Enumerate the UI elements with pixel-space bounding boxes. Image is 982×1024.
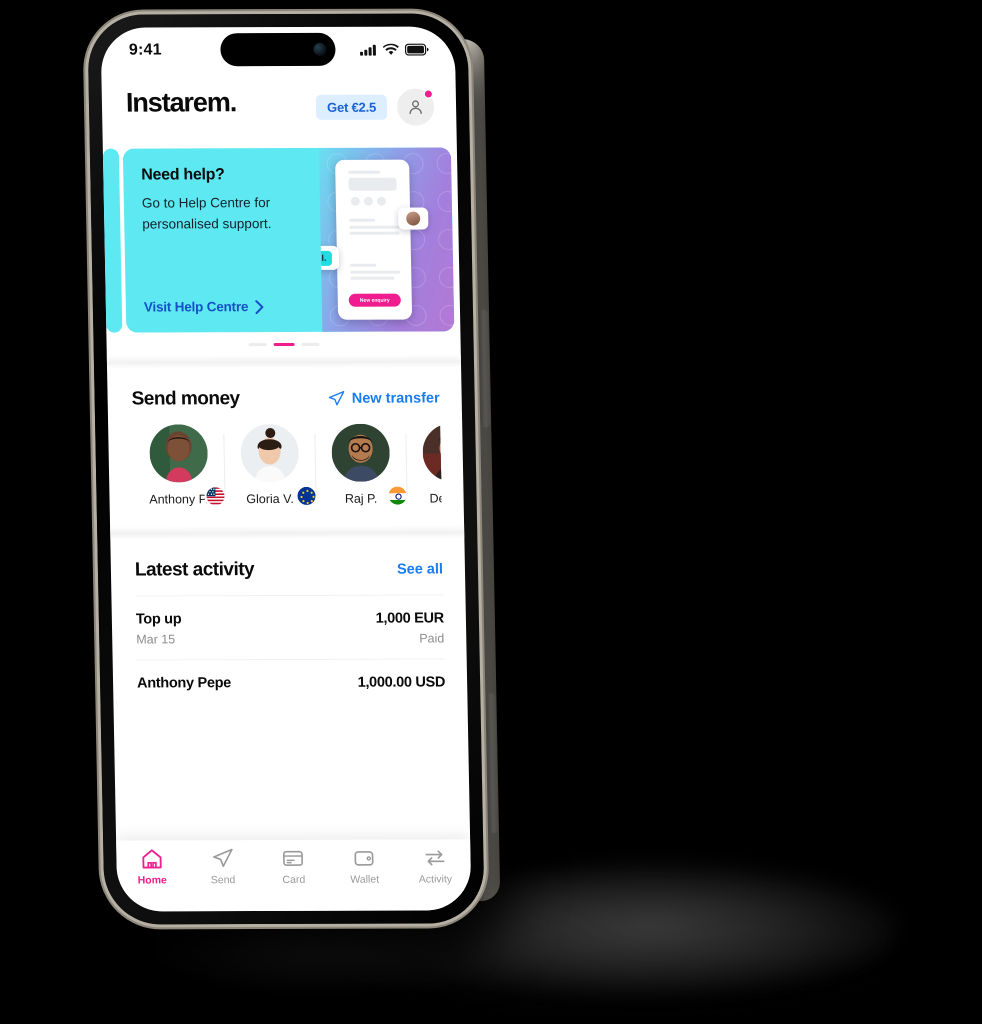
carousel-dot[interactable] bbox=[248, 343, 267, 347]
contact-avatar bbox=[330, 423, 390, 482]
person-icon bbox=[409, 100, 422, 115]
wifi-icon bbox=[382, 43, 399, 55]
send-money-title: Send money bbox=[131, 388, 240, 410]
status-time: 9:41 bbox=[128, 41, 162, 59]
contacts-list[interactable]: Anthony P. Gloria V. Raj P. Dean bbox=[132, 423, 442, 507]
new-transfer-button[interactable]: New transfer bbox=[328, 389, 440, 407]
carousel-dot-active[interactable] bbox=[273, 342, 295, 347]
carousel-peek-card[interactable] bbox=[102, 148, 123, 333]
eu-flag-icon bbox=[295, 484, 318, 507]
wallet-icon bbox=[354, 851, 374, 866]
activity-amount-block: 1,000.00 USD bbox=[357, 674, 445, 690]
see-all-button[interactable]: See all bbox=[397, 561, 443, 577]
screenshot-stage: 9:41 Instarem. Get €2.5 New enquiry I. N… bbox=[0, 0, 982, 1024]
contact-name: Dean K. bbox=[429, 491, 442, 506]
carousel-dots[interactable] bbox=[106, 331, 460, 355]
notification-badge bbox=[423, 89, 433, 99]
exchange-arrows-icon bbox=[425, 850, 445, 866]
dynamic-island bbox=[220, 32, 336, 67]
new-transfer-label: New transfer bbox=[351, 390, 440, 407]
activity-amount: 1,000.00 USD bbox=[357, 674, 446, 691]
app-header: Instarem. Get €2.5 bbox=[101, 72, 456, 140]
section-divider bbox=[106, 354, 462, 369]
latest-activity-header: Latest activity See all bbox=[135, 558, 443, 581]
contact-item[interactable]: Anthony P. bbox=[132, 424, 227, 507]
promo-pill-button[interactable]: Get €2.5 bbox=[315, 94, 388, 120]
us-flag-icon bbox=[204, 485, 227, 507]
banner-title: Need help? bbox=[141, 166, 225, 184]
activity-date: Mar 15 bbox=[136, 632, 176, 647]
status-badge: Paid bbox=[419, 631, 445, 646]
paper-plane-icon bbox=[328, 391, 345, 406]
card-icon bbox=[283, 850, 304, 866]
activity-detail: Anthony Pepe bbox=[137, 675, 231, 691]
status-bar: 9:41 bbox=[100, 26, 455, 73]
activity-amount-block: 1,000 EUR Paid bbox=[376, 610, 445, 645]
tab-label: Card bbox=[282, 873, 306, 886]
contact-photo bbox=[330, 423, 390, 482]
banner-content: Need help? Go to Help Centre for persona… bbox=[123, 147, 455, 332]
front-camera-icon bbox=[313, 42, 327, 56]
activity-amount: 1,000 EUR bbox=[375, 610, 445, 627]
contact-item[interactable]: Dean K. bbox=[405, 423, 442, 505]
tab-home[interactable]: Home bbox=[116, 847, 188, 886]
contact-name: Anthony P. bbox=[149, 492, 209, 507]
tab-label: Activity bbox=[418, 873, 453, 886]
tab-activity[interactable]: Activity bbox=[399, 846, 471, 885]
send-money-section: Send money New transfer Anthony P. Glori… bbox=[107, 367, 464, 510]
tab-label: Home bbox=[137, 874, 167, 887]
table-row[interactable]: Anthony Pepe 1,000.00 USD bbox=[136, 658, 446, 705]
table-row[interactable]: Top up Mar 15 1,000 EUR Paid bbox=[135, 594, 445, 660]
home-icon bbox=[142, 849, 162, 869]
status-icons bbox=[360, 43, 429, 56]
promo-carousel[interactable]: New enquiry I. Need help? Go to Help Cen… bbox=[102, 139, 461, 355]
tab-wallet[interactable]: Wallet bbox=[329, 847, 401, 886]
profile-avatar-button[interactable] bbox=[396, 88, 435, 126]
tab-label: Send bbox=[210, 874, 236, 887]
visit-help-centre-link[interactable]: Visit Help Centre bbox=[143, 298, 454, 315]
battery-icon bbox=[404, 43, 429, 56]
contact-avatar bbox=[239, 423, 299, 483]
contact-photo bbox=[421, 423, 442, 482]
signal-icon bbox=[360, 44, 376, 56]
contact-photo bbox=[239, 423, 299, 483]
latest-activity-section: Latest activity See all Top up Mar 15 1,… bbox=[110, 538, 467, 708]
phone-device: 9:41 Instarem. Get €2.5 New enquiry I. N… bbox=[87, 13, 501, 925]
banner-cta-label: Visit Help Centre bbox=[143, 299, 249, 315]
contact-avatar bbox=[148, 424, 208, 483]
tab-label: Wallet bbox=[350, 873, 380, 886]
activity-title: Anthony Pepe bbox=[136, 675, 232, 692]
activity-title: Top up bbox=[135, 611, 182, 628]
contact-name: Gloria V. bbox=[246, 491, 294, 507]
contact-name: Raj P. bbox=[344, 491, 378, 506]
latest-activity-title: Latest activity bbox=[134, 559, 255, 581]
activity-detail: Top up Mar 15 bbox=[136, 611, 182, 646]
carousel-dot[interactable] bbox=[301, 342, 320, 346]
contact-photo bbox=[148, 424, 208, 483]
send-money-header: Send money New transfer bbox=[131, 387, 439, 410]
help-centre-banner[interactable]: New enquiry I. Need help? Go to Help Cen… bbox=[122, 147, 455, 333]
paper-plane-icon bbox=[212, 848, 233, 868]
banner-body: Go to Help Centre for personalised suppo… bbox=[141, 195, 272, 232]
tab-card[interactable]: Card bbox=[258, 847, 330, 886]
in-flag-icon bbox=[386, 484, 409, 507]
bottom-navigation[interactable]: Home Send Card Wallet Activity bbox=[116, 839, 472, 912]
contact-avatar bbox=[421, 423, 442, 482]
contact-item[interactable]: Raj P. bbox=[314, 423, 409, 507]
tab-send[interactable]: Send bbox=[187, 847, 259, 886]
section-divider bbox=[110, 525, 465, 540]
chevron-right-icon bbox=[255, 299, 264, 314]
phone-screen: 9:41 Instarem. Get €2.5 New enquiry I. N… bbox=[100, 26, 472, 912]
contact-item[interactable]: Gloria V. bbox=[223, 423, 318, 507]
app-logo: Instarem. bbox=[125, 87, 237, 118]
